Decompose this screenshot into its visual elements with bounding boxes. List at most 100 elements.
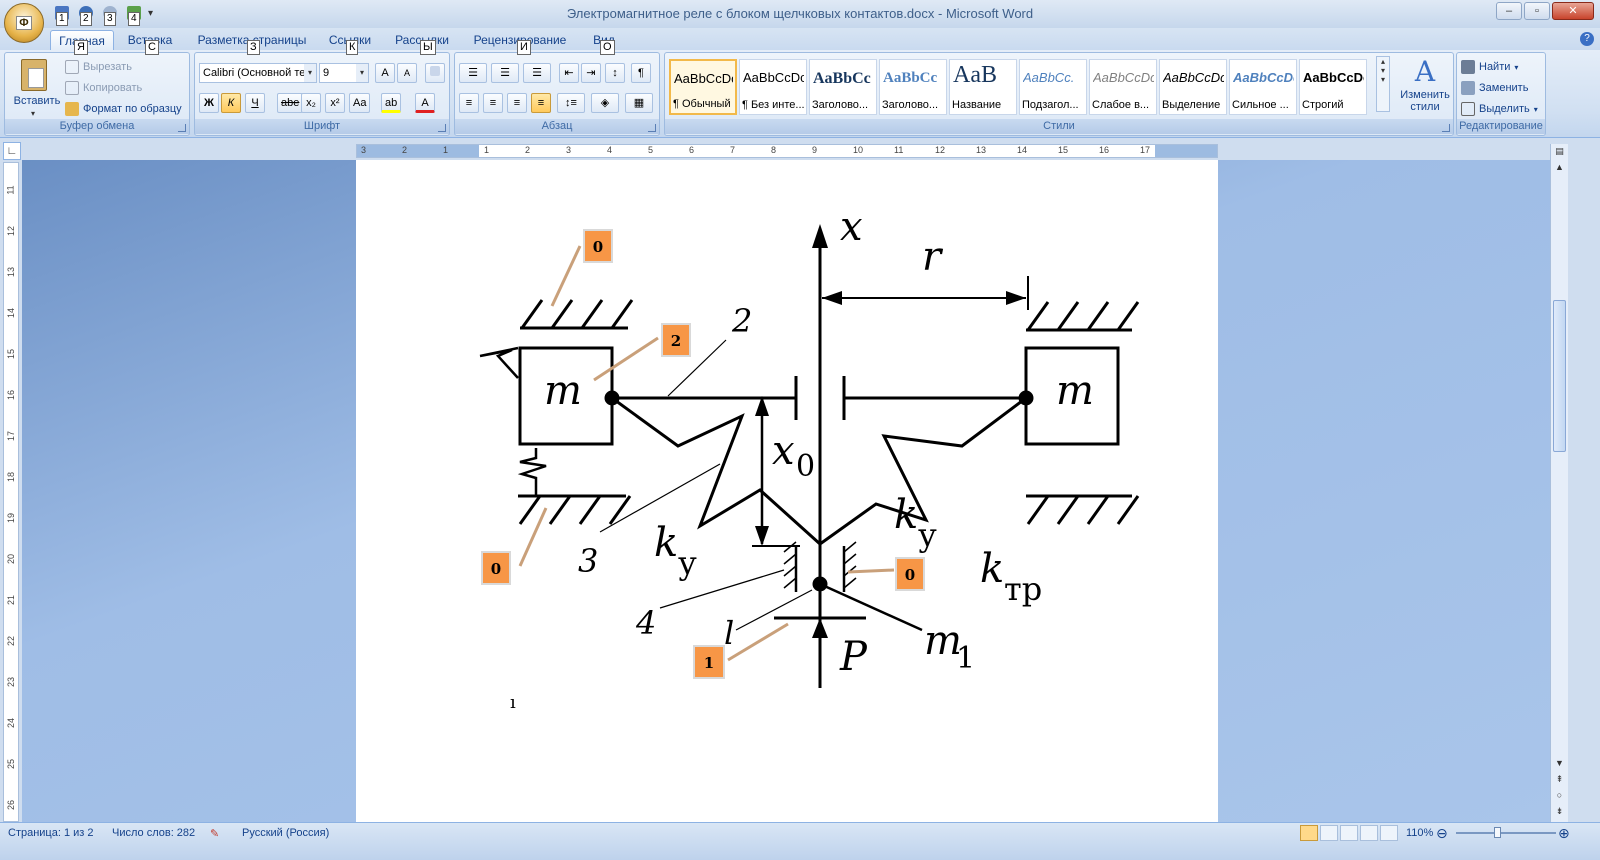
borders-button[interactable]: ▦ — [625, 93, 653, 113]
superscript-button[interactable]: x² — [325, 93, 345, 113]
font-color-button[interactable]: A — [415, 93, 435, 113]
page-count[interactable]: Страница: 1 из 2 — [8, 827, 94, 839]
replace-button[interactable]: Заменить — [1461, 78, 1528, 98]
ruler-toggle-icon[interactable]: ▤ — [1553, 146, 1566, 160]
style-tile[interactable]: AaB Название — [949, 59, 1017, 115]
tab-selector[interactable]: ∟ — [3, 142, 21, 160]
ruler-tick-label: 16 — [6, 389, 17, 401]
zoom-in-icon[interactable]: ⊕ — [1558, 825, 1570, 842]
justify-button[interactable]: ≡ — [531, 93, 551, 113]
clipboard-group-label: Буфер обмена — [5, 119, 189, 134]
zoom-out-icon[interactable]: ⊖ — [1436, 825, 1448, 842]
style-tile[interactable]: AaBbCc Заголово... — [809, 59, 877, 115]
next-page-icon[interactable]: ⇟ — [1553, 806, 1566, 820]
ruler-tick-label: 9 — [812, 145, 818, 155]
styles-gallery-scroll[interactable]: ▴ ▾ ▾ — [1376, 56, 1390, 112]
sort-icon: ↕ — [612, 67, 618, 79]
cut-button[interactable]: Вырезать — [65, 57, 132, 77]
font-name-combo[interactable]: Calibri (Основной те ▾ — [199, 63, 317, 83]
italic-button[interactable]: К — [221, 93, 241, 113]
style-tile[interactable]: AaBbCcDc Слабое в... — [1089, 59, 1157, 115]
styles-launcher[interactable] — [1442, 124, 1450, 132]
browse-object-icon[interactable]: ○ — [1553, 790, 1566, 804]
full-screen-reading-view-button[interactable] — [1320, 825, 1338, 841]
style-tile[interactable]: AaBbCc Заголово... — [879, 59, 947, 115]
document-page[interactable]: x r m m x 0 k у k у k тр m 1 P 2 3 4 l ı… — [356, 160, 1218, 822]
format-painter-button[interactable]: Формат по образцу — [65, 99, 182, 119]
style-name: Заголово... — [882, 99, 939, 111]
maximize-button[interactable]: ▫ — [1524, 2, 1550, 20]
vertical-ruler[interactable]: 11 12 13 14 15 16 17 18 19 20 21 22 23 24 25 26 — [3, 162, 19, 822]
cursor-icon — [1461, 102, 1475, 116]
ruler-tick-label: 17 — [6, 430, 17, 442]
bullets-button[interactable]: ☰ — [459, 63, 487, 83]
multilevel-list-button[interactable]: ☰ — [523, 63, 551, 83]
align-left-button[interactable]: ≡ — [459, 93, 479, 113]
paragraph-launcher[interactable] — [648, 124, 656, 132]
line-spacing-button[interactable]: ↕≡ — [557, 93, 585, 113]
decrease-indent-button[interactable]: ⇤ — [559, 63, 579, 83]
copy-icon — [65, 81, 79, 95]
align-center-button[interactable]: ≡ — [483, 93, 503, 113]
highlight-button[interactable]: ab — [381, 93, 402, 113]
word-count[interactable]: Число слов: 282 — [112, 827, 195, 839]
office-button[interactable]: Ф — [4, 3, 44, 43]
shrink-font-button[interactable]: A — [397, 63, 417, 83]
underline-button[interactable]: Ч — [245, 93, 265, 113]
paste-button[interactable]: Вставить ▾ — [9, 57, 61, 119]
font-launcher[interactable] — [438, 124, 446, 132]
align-right-button[interactable]: ≡ — [507, 93, 527, 113]
horizontal-ruler[interactable]: 3 2 1 1 2 3 4 5 6 7 8 9 10 11 12 13 14 15 16 17 — [356, 144, 1218, 158]
help-icon[interactable]: ? — [1580, 32, 1594, 46]
subscript-button[interactable]: x₂ — [301, 93, 321, 113]
font-size-combo[interactable]: 9 ▾ — [319, 63, 369, 83]
web-layout-view-button[interactable] — [1340, 825, 1358, 841]
clipboard-launcher[interactable] — [178, 124, 186, 132]
scroll-down-icon[interactable]: ▼ — [1553, 758, 1566, 772]
replace-icon — [1461, 81, 1475, 95]
clear-formatting-button[interactable] — [425, 63, 445, 83]
grow-font-button[interactable]: A — [375, 63, 395, 83]
vertical-scrollbar[interactable]: ▤ ▲ ▼ ⇞ ○ ⇟ — [1550, 144, 1568, 822]
scrollbar-thumb[interactable] — [1553, 300, 1566, 452]
zoom-slider[interactable] — [1456, 832, 1556, 834]
zoom-level[interactable]: 110% — [1406, 827, 1433, 839]
numbering-button[interactable]: ☰ — [491, 63, 519, 83]
m1-subscript: 1 — [956, 641, 975, 676]
draft-view-button[interactable] — [1380, 825, 1398, 841]
style-tile[interactable]: AaBbCc. Подзагол... — [1019, 59, 1087, 115]
ruler-tick-label: 15 — [1058, 145, 1069, 155]
minimize-button[interactable]: – — [1496, 2, 1522, 20]
ruler-tick-label: 1 — [484, 145, 490, 155]
style-tile[interactable]: AaBbCcDc Выделение — [1159, 59, 1227, 115]
select-button[interactable]: Выделить ▾ — [1461, 99, 1538, 119]
paste-label: Вставить — [13, 95, 61, 107]
ruler-tick-label: 7 — [730, 145, 736, 155]
close-button[interactable]: ✕ — [1552, 2, 1594, 20]
prev-page-icon[interactable]: ⇞ — [1553, 774, 1566, 788]
copy-button[interactable]: Копировать — [65, 78, 142, 98]
increase-indent-button[interactable]: ⇥ — [581, 63, 601, 83]
scroll-up-icon[interactable]: ▲ — [1553, 162, 1566, 176]
shading-button[interactable]: ◈ — [591, 93, 619, 113]
style-tile[interactable]: AaBbCcDc Сильное ... — [1229, 59, 1297, 115]
zoom-slider-thumb[interactable] — [1494, 827, 1501, 838]
font-name-value: Calibri (Основной те — [203, 67, 306, 79]
show-marks-button[interactable]: ¶ — [631, 63, 651, 83]
strikethrough-button[interactable]: abe — [277, 93, 304, 113]
style-tile[interactable]: AaBbCcDc Строгий — [1299, 59, 1367, 115]
spelling-status-icon[interactable]: ✎ — [210, 827, 219, 840]
find-button[interactable]: Найти ▾ — [1461, 57, 1518, 77]
style-tile[interactable]: AaBbCcDc ¶ Без инте... — [739, 59, 807, 115]
change-case-button[interactable]: Aa — [349, 93, 371, 113]
style-tile[interactable]: AaBbCcDc ¶ Обычный — [669, 59, 737, 115]
print-layout-view-button[interactable] — [1300, 825, 1318, 841]
ruler-tick-label: 11 — [894, 145, 904, 155]
ruler-tick-label: 12 — [935, 145, 946, 155]
justify-icon: ≡ — [537, 97, 545, 109]
sort-button[interactable]: ↕ — [605, 63, 625, 83]
bold-button[interactable]: Ж — [199, 93, 219, 113]
outline-view-button[interactable] — [1360, 825, 1378, 841]
language-indicator[interactable]: Русский (Россия) — [242, 827, 329, 839]
change-styles-button[interactable]: A Изменить стили — [1399, 55, 1451, 119]
